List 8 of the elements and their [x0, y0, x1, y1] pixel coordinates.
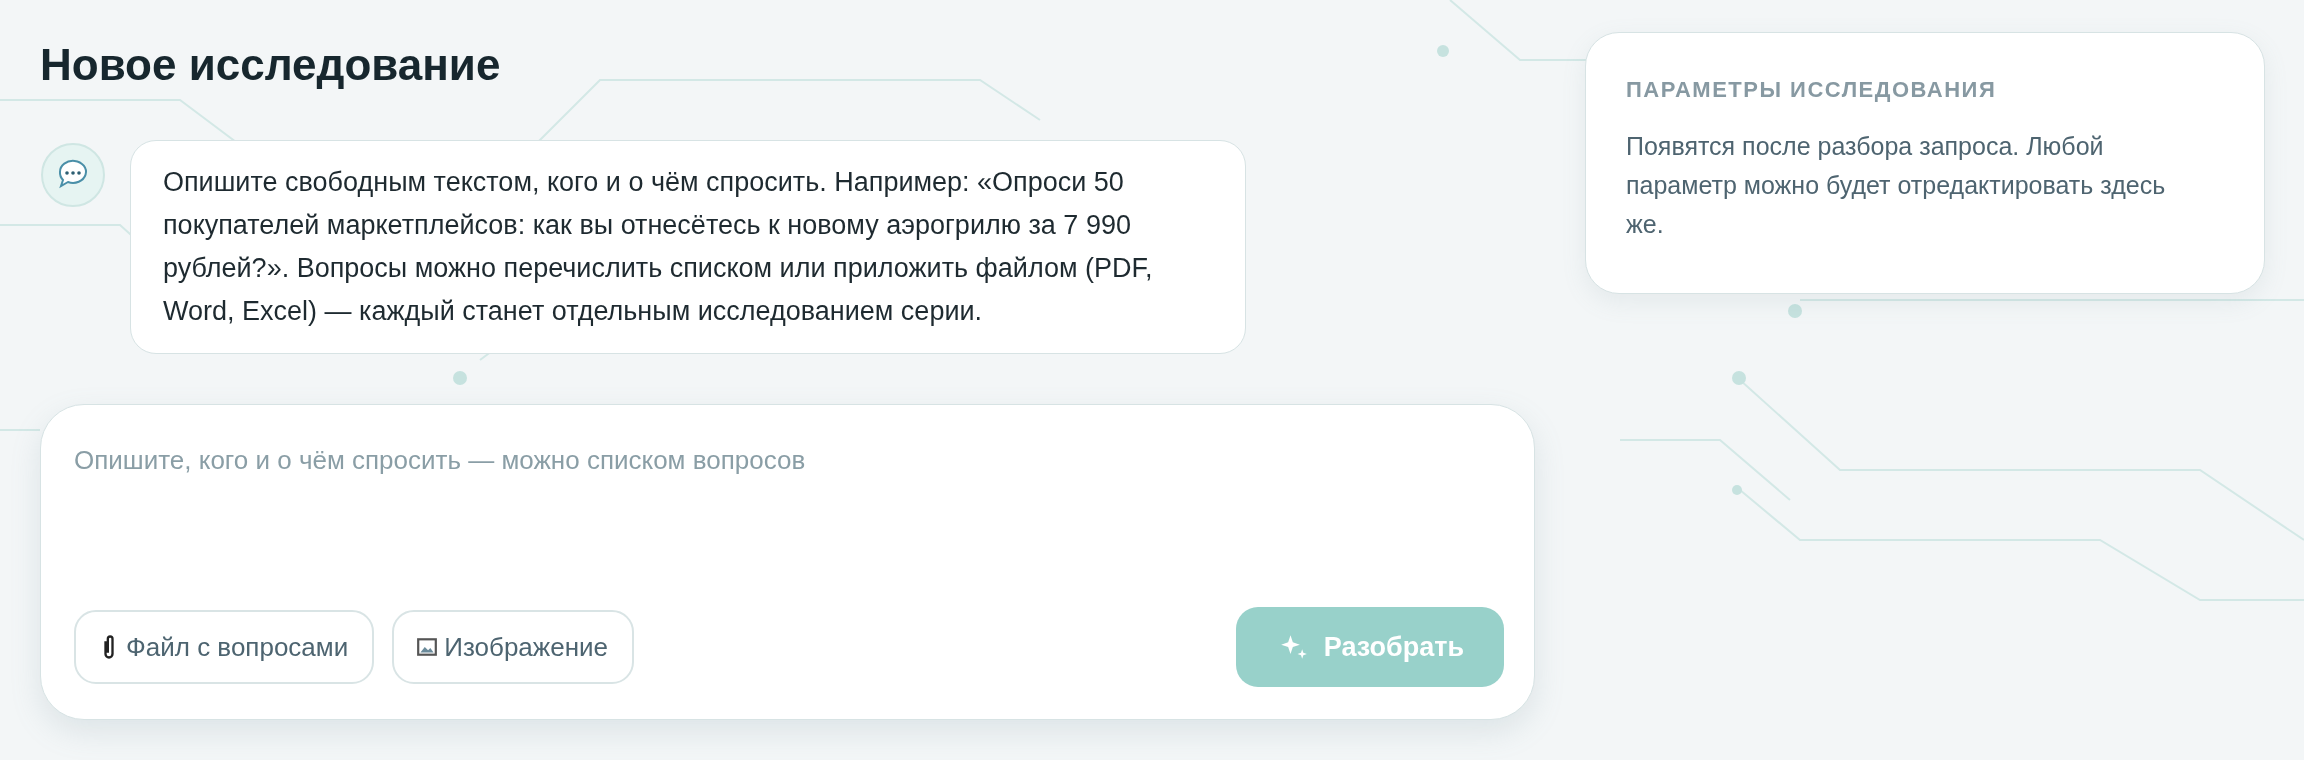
sparkle-icon	[1279, 633, 1308, 661]
parameters-heading: ПАРАМЕТРЫ ИССЛЕДОВАНИЯ	[1626, 77, 1998, 103]
attach-image-button[interactable]: Изображение	[392, 610, 634, 684]
chat-bubble-icon	[40, 142, 106, 208]
attach-file-button[interactable]: Файл с вопросами	[74, 610, 375, 684]
parameters-description: Появятся после разбора запроса. Любой параметр можно будет отредактировать здесь же.	[1626, 131, 2167, 240]
assistant-message: Опишите свободным текстом, кого и о чём спросить. Например: «Опроси 50 покупателей маркетплейсов: как вы отнесётесь к новому аэрогрилю за 7 990 рублей?». Вопросы можно перечислить списком или приложить файлом (PDF, Word, Excel) — каждый станет отдельным исследованием серии.	[130, 140, 1246, 354]
page-title: Новое исследование	[40, 40, 502, 90]
